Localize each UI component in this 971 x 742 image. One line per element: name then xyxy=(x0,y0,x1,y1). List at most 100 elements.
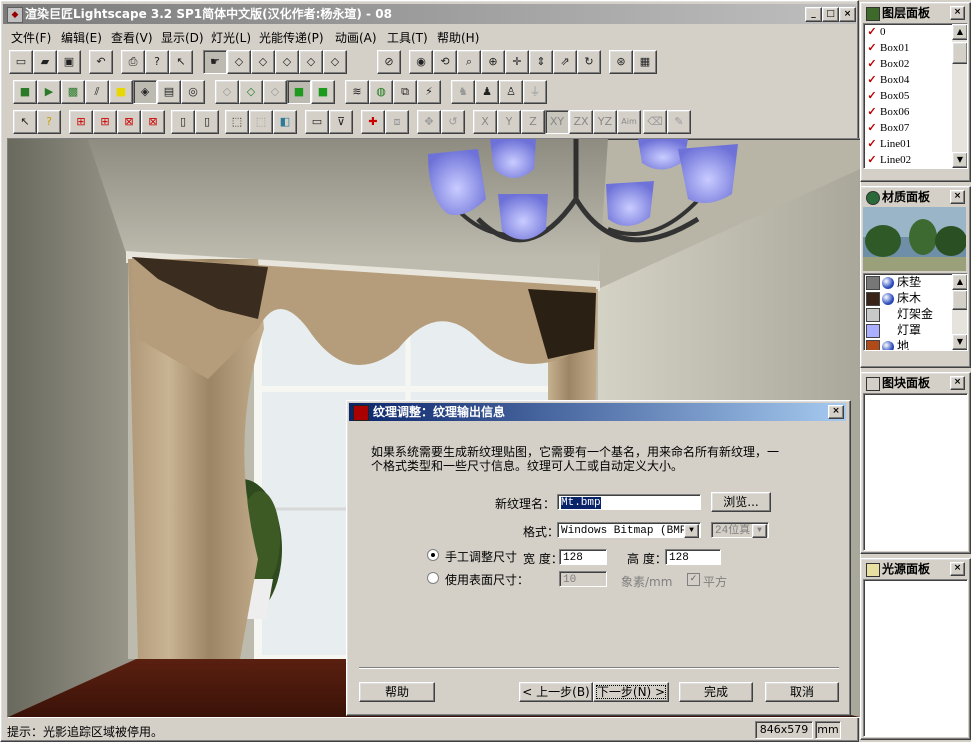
app-icon[interactable]: ◆ xyxy=(7,7,23,23)
axis-yz-button[interactable]: YZ xyxy=(593,110,617,134)
layer-scrollbar[interactable]: ▲ ▼ xyxy=(952,24,967,168)
cube-view-4-icon[interactable]: ◇ xyxy=(299,50,323,74)
zoom-region-icon[interactable]: ⌕ xyxy=(457,50,481,74)
figure-run-icon[interactable]: ♞ xyxy=(451,80,475,104)
select-remove-1-icon[interactable]: ⊠ xyxy=(117,110,141,134)
block-panel-close-button[interactable]: × xyxy=(950,376,965,390)
menu-display[interactable]: 显示(D) xyxy=(161,29,204,46)
menu-tools[interactable]: 工具(T) xyxy=(387,29,428,46)
scroll-up-icon[interactable]: ▲ xyxy=(952,274,967,290)
material-panel-title-bar[interactable]: 材质面板 × xyxy=(863,189,966,205)
chevron-down-icon[interactable]: ▼ xyxy=(684,524,699,538)
light-tool-icon[interactable]: ⚡ xyxy=(417,80,441,104)
save-icon[interactable]: ▣ xyxy=(57,50,81,74)
add-point-icon[interactable]: ✚ xyxy=(361,110,385,134)
wire-cube-2-icon[interactable]: ◇ xyxy=(239,80,263,104)
green-cube-2-icon[interactable]: ■ xyxy=(311,80,335,104)
material-panel-close-button[interactable]: × xyxy=(950,190,965,204)
layer-panel-title-bar[interactable]: 图层面板 × xyxy=(863,5,966,21)
check-icon[interactable]: ✓ xyxy=(864,24,880,40)
texture-name-input[interactable]: Mt.bmp xyxy=(557,494,701,510)
dialog-title-bar[interactable]: 纹理调整：纹理输出信息 × xyxy=(349,403,846,421)
select-window-icon[interactable]: ⬚ xyxy=(225,110,249,134)
menu-light[interactable]: 灯光(L) xyxy=(211,29,251,46)
copy-view-icon[interactable]: ⧉ xyxy=(393,80,417,104)
cube-view-3-icon[interactable]: ◇ xyxy=(275,50,299,74)
select-surface-icon[interactable]: ◧ xyxy=(273,110,297,134)
block-panel-title-bar[interactable]: 图块面板 × xyxy=(863,375,966,391)
scroll-down-icon[interactable]: ▼ xyxy=(952,334,967,350)
next-button[interactable]: 下一步(N) > xyxy=(593,682,669,702)
move-icon[interactable]: ✥ xyxy=(417,110,441,134)
menu-view[interactable]: 查看(V) xyxy=(111,29,153,46)
cube-view-5-icon[interactable]: ◇ xyxy=(323,50,347,74)
check-icon[interactable]: ✓ xyxy=(864,88,880,104)
select-query-icon[interactable]: ? xyxy=(37,110,61,134)
minimize-button[interactable]: _ xyxy=(805,7,822,22)
walk-icon[interactable]: ⇗ xyxy=(553,50,577,74)
figure-walk-icon[interactable]: ♟ xyxy=(475,80,499,104)
shaded-cube-icon[interactable]: ◈ xyxy=(133,80,157,104)
select-arrow-icon[interactable]: ↖ xyxy=(13,110,37,134)
undo-icon[interactable]: ↶ xyxy=(89,50,113,74)
line-icon[interactable]: ⫽ xyxy=(85,80,109,104)
wire-cube-3-icon[interactable]: ◇ xyxy=(263,80,287,104)
scroll-thumb[interactable] xyxy=(952,290,967,310)
dolly-icon[interactable]: ⇕ xyxy=(529,50,553,74)
camera-reset-icon[interactable]: ⊘ xyxy=(377,50,401,74)
surface-size-radio[interactable] xyxy=(427,572,439,584)
menu-help[interactable]: 帮助(H) xyxy=(437,29,479,46)
check-icon[interactable]: ✓ xyxy=(864,104,880,120)
menu-edit[interactable]: 编辑(E) xyxy=(61,29,102,46)
axis-zx-button[interactable]: ZX xyxy=(569,110,593,134)
close-button[interactable]: × xyxy=(839,7,856,22)
select-add-1-icon[interactable]: ⊞ xyxy=(69,110,93,134)
axis-x-button[interactable]: X xyxy=(473,110,497,134)
new-file-icon[interactable]: ▭ xyxy=(9,50,33,74)
figure-stand-icon[interactable]: ♙ xyxy=(499,80,523,104)
wire-eye-icon[interactable]: ◎ xyxy=(181,80,205,104)
axis-xy-button[interactable]: XY xyxy=(545,110,569,134)
aim-button[interactable]: Aim xyxy=(617,110,641,134)
select-remove-2-icon[interactable]: ⊠ xyxy=(141,110,165,134)
select-add-2-icon[interactable]: ⊞ xyxy=(93,110,117,134)
document-1-icon[interactable]: ▯ xyxy=(171,110,195,134)
wire-cube-1-icon[interactable]: ◇ xyxy=(215,80,239,104)
solid-cube-icon[interactable]: ■ xyxy=(13,80,37,104)
context-help-icon[interactable]: ↖ xyxy=(169,50,193,74)
zoom-icon[interactable]: ⊕ xyxy=(481,50,505,74)
texture-icon[interactable]: ▤ xyxy=(157,80,181,104)
light-panel-close-button[interactable]: × xyxy=(950,562,965,576)
pointer-hand-icon[interactable]: ☛ xyxy=(203,50,227,74)
select-fence-icon[interactable]: ⬚ xyxy=(249,110,273,134)
check-icon[interactable]: ✓ xyxy=(864,136,880,152)
title-bar[interactable]: ◆ 渲染巨匠Lightscape 3.2 SP1简体中文版(汉化作者:杨永瑄) … xyxy=(3,4,856,24)
cube-arrow-icon[interactable]: ▶ xyxy=(37,80,61,104)
document-2-icon[interactable]: ▯ xyxy=(195,110,219,134)
yellow-square-icon[interactable]: ■ xyxy=(109,80,133,104)
check-icon[interactable]: ✓ xyxy=(864,152,880,168)
layers-toggle-icon[interactable]: ≋ xyxy=(345,80,369,104)
manual-size-radio[interactable] xyxy=(427,549,439,561)
check-icon[interactable]: ✓ xyxy=(864,72,880,88)
menu-animation[interactable]: 动画(A) xyxy=(335,29,377,46)
filter-icon[interactable]: ⊽ xyxy=(329,110,353,134)
plug-icon[interactable]: ⏚ xyxy=(523,80,547,104)
format-select[interactable]: Windows Bitmap (BMP) ▼ xyxy=(557,522,701,538)
transform-icon[interactable]: ⧈ xyxy=(385,110,409,134)
eraser-icon[interactable]: ⌫ xyxy=(643,110,667,134)
cube-view-2-icon[interactable]: ◇ xyxy=(251,50,275,74)
pan-icon[interactable]: ✛ xyxy=(505,50,529,74)
material-scrollbar[interactable]: ▲ ▼ xyxy=(952,274,967,350)
check-icon[interactable]: ✓ xyxy=(864,40,880,56)
print-icon[interactable]: ⎙ xyxy=(121,50,145,74)
dialog-close-button[interactable]: × xyxy=(828,405,844,419)
axis-y-button[interactable]: Y xyxy=(497,110,521,134)
scroll-up-icon[interactable]: ▲ xyxy=(952,24,967,40)
back-button[interactable]: < 上一步(B) xyxy=(519,682,593,702)
light-panel-title-bar[interactable]: 光源面板 × xyxy=(863,561,966,577)
help-icon[interactable]: ? xyxy=(145,50,169,74)
render-view-icon[interactable]: ▦ xyxy=(633,50,657,74)
rotate-object-icon[interactable]: ↺ xyxy=(441,110,465,134)
restore-button[interactable]: □ xyxy=(822,7,839,22)
